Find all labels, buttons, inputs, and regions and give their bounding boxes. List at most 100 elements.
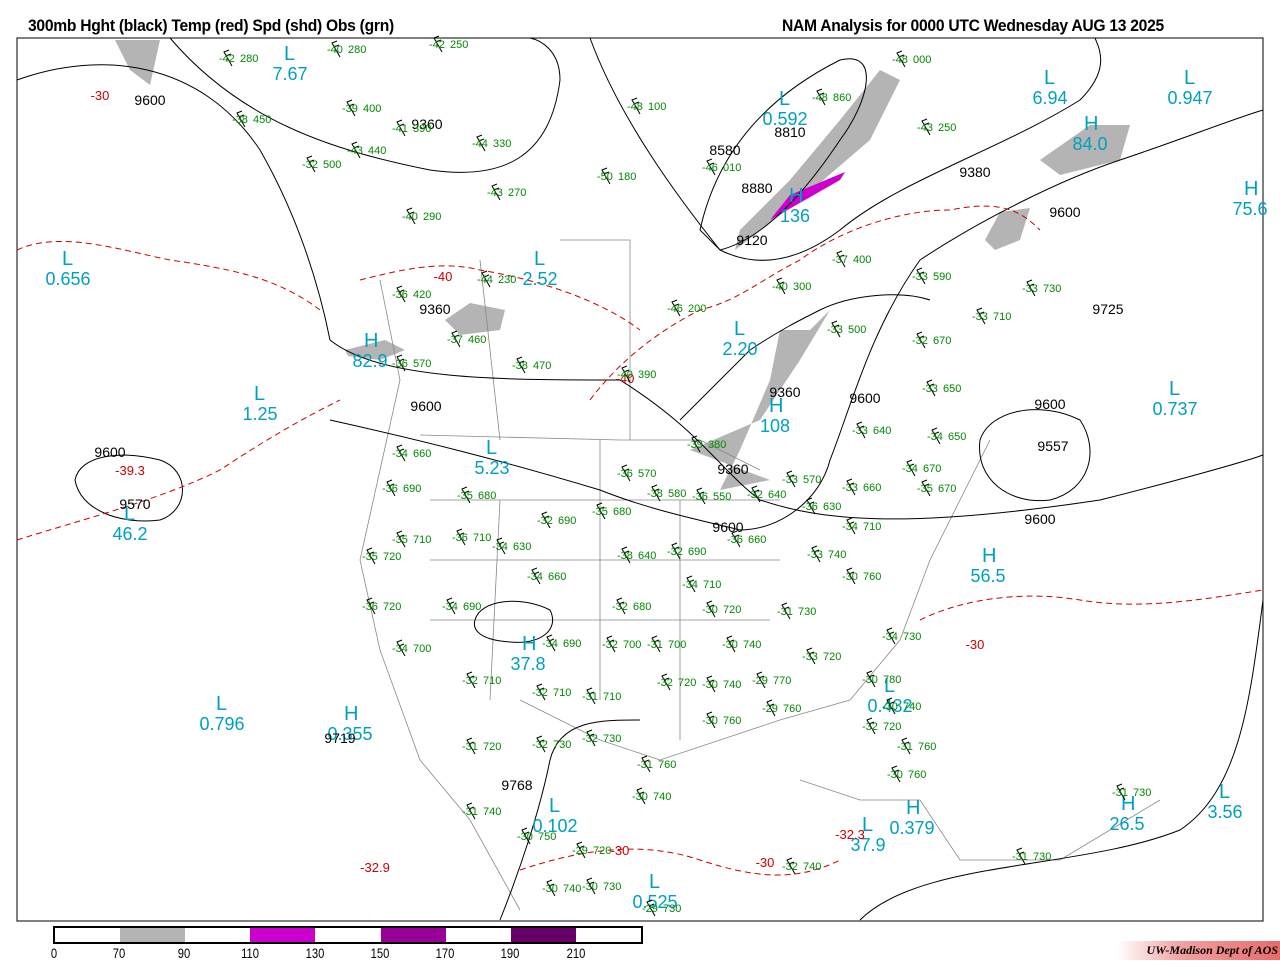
obs-height: 730 (553, 739, 571, 751)
obs-temp: -38 (512, 360, 528, 372)
obs-temp: -30 (582, 881, 598, 893)
obs-temp: -32 (462, 675, 478, 687)
center-high-marker: H (1244, 178, 1258, 200)
obs-temp: -35 (392, 534, 408, 546)
obs-temp: -34 (492, 541, 508, 553)
center-value: 75.6 (1232, 199, 1267, 219)
obs-height: 760 (908, 769, 926, 781)
legend-tick: 190 (501, 945, 520, 961)
obs-temp: -34 (392, 643, 408, 655)
center-low-marker: L (62, 248, 73, 270)
temp-label: -30 (966, 637, 985, 652)
obs-temp: -34 (882, 631, 898, 643)
obs-temp: -30 (702, 604, 718, 616)
center-high-marker: H (906, 797, 920, 819)
obs-height: 690 (688, 546, 706, 558)
obs-temp: -35 (457, 490, 473, 502)
height-label: 9360 (419, 301, 450, 317)
obs-temp: -30 (542, 883, 558, 895)
center-value: 56.5 (970, 566, 1005, 586)
obs-height: 570 (638, 468, 656, 480)
obs-temp: -40 (772, 281, 788, 293)
obs-temp: -34 (392, 448, 408, 460)
obs-height: 720 (483, 741, 501, 753)
center-low-marker: L (649, 871, 660, 893)
obs-height: 730 (1133, 787, 1151, 799)
obs-height: 660 (548, 571, 566, 583)
obs-height: 660 (413, 448, 431, 460)
obs-height: 720 (823, 651, 841, 663)
center-low-marker: L (734, 318, 745, 340)
obs-height: 750 (538, 831, 556, 843)
height-label: 9600 (1024, 511, 1055, 527)
obs-height: 250 (450, 39, 468, 51)
center-low-marker: L (1169, 378, 1180, 400)
obs-height: 700 (413, 643, 431, 655)
center-low-marker: L (1219, 781, 1230, 803)
obs-temp: -35 (592, 506, 608, 518)
height-label: 9360 (769, 384, 800, 400)
obs-height: 670 (933, 335, 951, 347)
center-value: 108 (760, 416, 790, 436)
height-label: 9557 (1037, 438, 1068, 454)
center-value: 2.20 (722, 339, 757, 359)
obs-temp: -46 (667, 303, 683, 315)
center-high-marker: H (789, 185, 803, 207)
center-low-marker: L (216, 693, 227, 715)
obs-height: 680 (633, 601, 651, 613)
obs-height: 390 (413, 123, 431, 135)
obs-temp: -31 (777, 606, 793, 618)
center-low-marker: L (779, 88, 790, 110)
center-low-marker: L (254, 383, 265, 405)
obs-temp: -30 (702, 715, 718, 727)
obs-height: 710 (483, 675, 501, 687)
temp-label: -30 (91, 88, 110, 103)
obs-height: 300 (793, 281, 811, 293)
obs-height: 730 (1043, 283, 1061, 295)
obs-temp: -37 (447, 334, 463, 346)
obs-height: 660 (863, 482, 881, 494)
obs-height: 460 (468, 334, 486, 346)
obs-height: 720 (883, 721, 901, 733)
obs-temp: -30 (882, 701, 898, 713)
obs-temp: -50 (597, 171, 613, 183)
legend-swatch (185, 928, 251, 942)
obs-temp: -36 (802, 501, 818, 513)
obs-temp: -36 (452, 532, 468, 544)
obs-height: 000 (913, 54, 931, 66)
obs-height: 680 (478, 490, 496, 502)
center-value: 5.23 (474, 458, 509, 478)
center-value: 2.52 (522, 269, 557, 289)
obs-height: 730 (798, 606, 816, 618)
obs-temp: -44 (472, 138, 488, 150)
obs-temp: -32 (657, 677, 673, 689)
obs-temp: -33 (842, 482, 858, 494)
obs-height: 730 (663, 903, 681, 915)
obs-temp: -48 (627, 101, 643, 113)
obs-height: 500 (323, 159, 341, 171)
obs-height: 380 (708, 439, 726, 451)
legend-tick: 110 (240, 945, 259, 961)
obs-temp: -38 (647, 488, 663, 500)
obs-temp: -32 (302, 159, 318, 171)
obs-height: 720 (723, 604, 741, 616)
obs-temp: -36 (392, 289, 408, 301)
center-high-marker: H (344, 703, 358, 725)
center-value: 0.379 (889, 818, 934, 838)
obs-height: 670 (938, 483, 956, 495)
temp-label: -30 (756, 855, 775, 870)
center-low-marker: L (534, 248, 545, 270)
obs-temp: -29 (572, 845, 588, 857)
obs-height: 690 (463, 601, 481, 613)
legend-swatch (250, 928, 316, 942)
obs-height: 740 (723, 679, 741, 691)
obs-temp: -31 (462, 741, 478, 753)
center-high-marker: H (522, 633, 536, 655)
obs-height: 740 (563, 883, 581, 895)
obs-height: 200 (688, 303, 706, 315)
obs-height: 400 (853, 254, 871, 266)
obs-temp: -43 (917, 122, 933, 134)
height-label: 8580 (709, 142, 740, 158)
obs-height: 770 (773, 675, 791, 687)
obs-temp: -36 (382, 483, 398, 495)
